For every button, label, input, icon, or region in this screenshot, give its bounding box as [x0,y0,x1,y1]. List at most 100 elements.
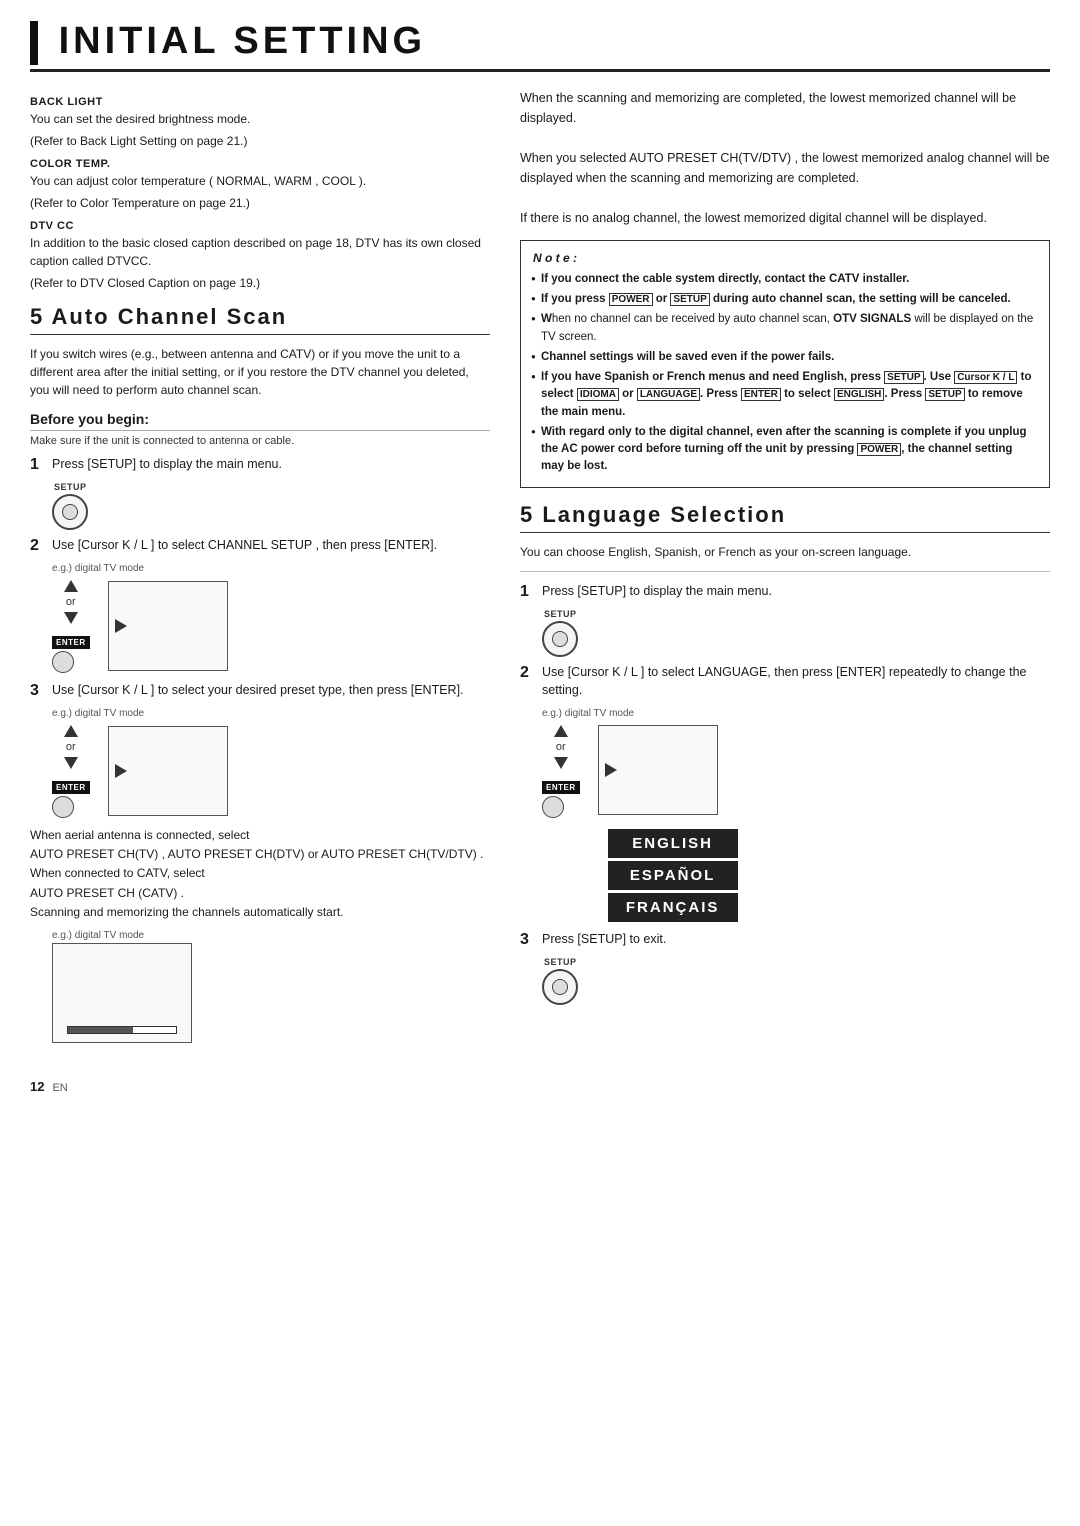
lang-step2-text: Use [Cursor K / L ] to select LANGUAGE, … [542,663,1050,701]
note-title: N o t e : [533,249,1037,267]
lang-enter-btn-label: ENTER [542,781,580,794]
lang-options: ENGLISH ESPAÑOL FRANÇAIS [598,829,738,922]
progress-bar-fill [68,1027,133,1033]
backlight-text2: (Refer to Back Light Setting on page 21.… [30,132,490,150]
lang-arrow-down [554,757,568,769]
enter-btn-label-2: ENTER [52,781,90,794]
dtvcc-text2: (Refer to DTV Closed Caption on page 19.… [30,274,490,292]
page-number-area: 12 EN [30,1063,490,1094]
right-top-text-0: When the scanning and memorizing are com… [520,91,1016,125]
lang-divider [520,571,1050,572]
page-en: EN [52,1082,67,1094]
lang-option-espanol: ESPAÑOL [608,861,738,890]
lang-step3-text: Press [SETUP] to exit. [542,930,1050,949]
eg-label-1: e.g.) digital TV mode [52,563,490,574]
arrow-col-2: or ENTER [52,725,90,818]
setup-label-1: SETUP [54,482,87,492]
colortemp-label: COLOR TEMP. [30,158,490,170]
main-content: BACK LIGHT You can set the desired brigh… [30,88,1050,1094]
arrow-up-2 [64,725,78,737]
lang-screen-arrow [605,763,617,777]
arrow-down-2 [64,757,78,769]
note-item-5: With regard only to the digital channel,… [533,424,1037,476]
lang-arrow-up [554,725,568,737]
lang-intro: You can choose English, Spanish, or Fren… [520,543,1050,561]
lang-enter-btn-circle [542,796,564,818]
page-number: 12 [30,1079,44,1094]
intro-item-backlight: BACK LIGHT You can set the desired brigh… [30,96,490,150]
note-item-3: Channel settings will be saved even if t… [533,349,1037,366]
note-item-2: When no channel can be received by auto … [533,311,1037,346]
intro-items: BACK LIGHT You can set the desired brigh… [30,96,490,292]
intro-item-dtvcc: DTV CC In addition to the basic closed c… [30,220,490,292]
lang-option-english: ENGLISH [608,829,738,858]
lang-screen-and-options: ENGLISH ESPAÑOL FRANÇAIS [598,725,738,922]
note-item-0-text: If you connect the cable system directly… [541,273,909,285]
lang-arrow-col: or ENTER [542,725,580,818]
lang-setup-label-1: SETUP [544,609,577,619]
progress-diagram-area: e.g.) digital TV mode [30,930,490,1043]
right-top-text: When the scanning and memorizing are com… [520,88,1050,228]
lang-setup-diagram-3: SETUP [542,957,1050,1005]
step3-num: 3 [30,682,46,700]
enter-btn-circle-2 [52,796,74,818]
lang-setup-btn-icon-3 [542,969,578,1005]
lang-screen-box [598,725,718,815]
step1-text: Press [SETUP] to display the main menu. [52,455,490,474]
step2-text: Use [Cursor K / L ] to select CHANNEL SE… [52,536,490,555]
lang-setup-label-3: SETUP [544,957,577,967]
setup-btn-icon-1 [52,494,88,530]
lang-step2-num: 2 [520,664,536,682]
note-item-3-text: Channel settings will be saved even if t… [541,351,834,363]
page-title: INITIAL SETTING [30,20,1050,65]
lang-step3: 3 Press [SETUP] to exit. [520,930,1050,949]
bottom-text-block: When aerial antenna is connected, select… [30,826,490,922]
arrow-down-1 [64,612,78,624]
lang-setup-btn-inner-3 [552,979,568,995]
bottom-text4: AUTO PRESET CH (CATV) . [30,886,184,900]
lang-eg-label: e.g.) digital TV mode [542,708,1050,719]
arrow-col-1: or ENTER [52,580,90,673]
screen-box-1 [108,581,228,671]
note-item-1-text: If you press POWER or SETUP during auto … [541,293,1011,305]
lang-step1: 1 Press [SETUP] to display the main menu… [520,582,1050,601]
step3: 3 Use [Cursor K / L ] to select your des… [30,681,490,700]
progress-screen [52,943,192,1043]
step3-text: Use [Cursor K / L ] to select your desir… [52,681,490,700]
right-top-text-1: When you selected AUTO PRESET CH(TV/DTV)… [520,151,1050,185]
bottom-text1: When aerial antenna is connected, select [30,828,249,842]
bottom-text3: When connected to CATV, select [30,866,205,880]
lang-step2: 2 Use [Cursor K / L ] to select LANGUAGE… [520,663,1050,701]
right-column: When the scanning and memorizing are com… [520,88,1050,1094]
lang-setup-btn-icon-1 [542,621,578,657]
section-lang-heading: 5 Language Selection [520,502,1050,533]
dtvcc-text1: In addition to the basic closed caption … [30,234,490,270]
eg-label-2: e.g.) digital TV mode [52,708,490,719]
eg-label-3: e.g.) digital TV mode [52,930,490,941]
note-box: N o t e : If you connect the cable syste… [520,240,1050,488]
enter-btn-circle-1 [52,651,74,673]
backlight-label: BACK LIGHT [30,96,490,108]
before-begin-note: Make sure if the unit is connected to an… [30,435,490,447]
enter-btn-label-1: ENTER [52,636,90,649]
screen-arrow-1 [115,619,127,633]
screen-box-2 [108,726,228,816]
lang-step3-num: 3 [520,931,536,949]
progress-bar-container [67,1026,177,1034]
note-item-1: If you press POWER or SETUP during auto … [533,291,1037,308]
right-top-text-2: If there is no analog channel, the lowes… [520,211,987,225]
or-label-1: or [66,596,76,608]
note-item-0: If you connect the cable system directly… [533,271,1037,288]
step2-num: 2 [30,537,46,555]
bottom-text2: AUTO PRESET CH(TV) , AUTO PRESET CH(DTV)… [30,847,483,861]
screen-arrow-2 [115,764,127,778]
progress-screen-wrapper [52,943,490,1043]
dtvcc-label: DTV CC [30,220,490,232]
note-item-4: If you have Spanish or French menus and … [533,369,1037,421]
step1-num: 1 [30,456,46,474]
intro-item-colortemp: COLOR TEMP. You can adjust color tempera… [30,158,490,212]
before-begin-heading: Before you begin: [30,411,490,431]
colortemp-text1: You can adjust color temperature ( NORMA… [30,172,490,190]
arrow-screen-diagram-1: or ENTER [52,580,490,673]
backlight-text1: You can set the desired brightness mode. [30,110,490,128]
